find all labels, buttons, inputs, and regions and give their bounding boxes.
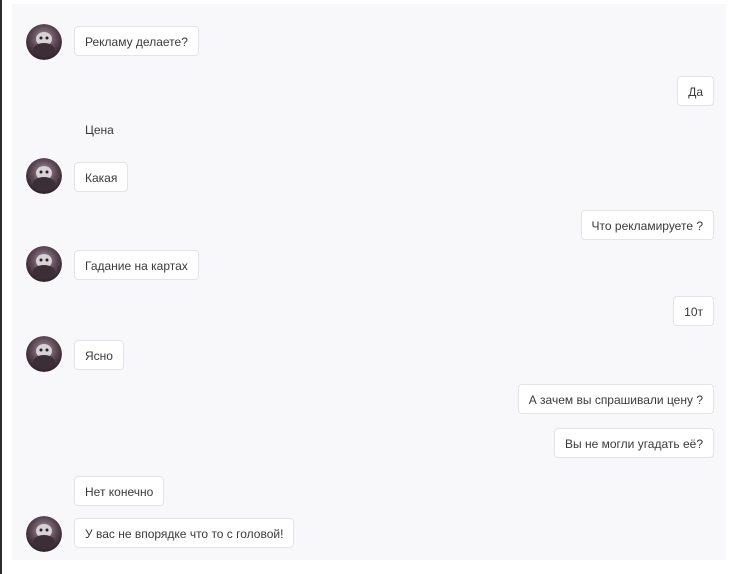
contact-avatar[interactable] [26, 158, 62, 194]
contact-avatar-icon [26, 24, 62, 60]
message-text: Ясно [85, 349, 113, 363]
outgoing-message[interactable]: 10т [673, 296, 714, 326]
incoming-message[interactable]: Какая [74, 162, 129, 192]
message-text: Нет конечно [85, 485, 154, 499]
outgoing-message[interactable]: А зачем вы спрашивали цену ? [517, 384, 714, 414]
contact-avatar[interactable] [26, 24, 62, 60]
chat-screen: Рекламу делаете? Да Цена Какая Что рекла… [0, 0, 746, 574]
contact-avatar[interactable] [26, 516, 62, 552]
message-thread[interactable]: Рекламу делаете? Да Цена Какая Что рекла… [12, 4, 726, 560]
contact-avatar-icon [26, 336, 62, 372]
incoming-message[interactable]: Рекламу делаете? [74, 26, 199, 56]
message-text: Какая [85, 171, 118, 185]
message-text: 10т [684, 305, 703, 319]
contact-avatar-icon [26, 246, 62, 282]
incoming-message[interactable]: Нет конечно [74, 476, 165, 506]
message-text: Вы не могли угадать её? [565, 437, 703, 451]
incoming-message[interactable]: Цена [74, 114, 125, 144]
outgoing-message[interactable]: Что рекламируете ? [580, 210, 714, 240]
contact-avatar[interactable] [26, 246, 62, 282]
message-text: Да [688, 85, 703, 99]
message-text: Гадание на картах [85, 259, 188, 273]
incoming-message[interactable]: Ясно [74, 340, 124, 370]
message-text: У вас не впорядке что то с головой! [85, 527, 284, 541]
incoming-message[interactable]: Гадание на картах [74, 250, 199, 280]
outgoing-message[interactable]: Да [677, 76, 714, 106]
left-edge-line [0, 0, 2, 574]
message-text: А зачем вы спрашивали цену ? [528, 393, 703, 407]
contact-avatar-icon [26, 516, 62, 552]
outgoing-message[interactable]: Вы не могли угадать её? [554, 428, 714, 458]
incoming-message[interactable]: У вас не впорядке что то с головой! [74, 518, 295, 548]
contact-avatar-icon [26, 158, 62, 194]
message-text: Цена [85, 123, 114, 137]
message-text: Что рекламируете ? [591, 219, 703, 233]
message-text: Рекламу делаете? [85, 35, 188, 49]
contact-avatar[interactable] [26, 336, 62, 372]
